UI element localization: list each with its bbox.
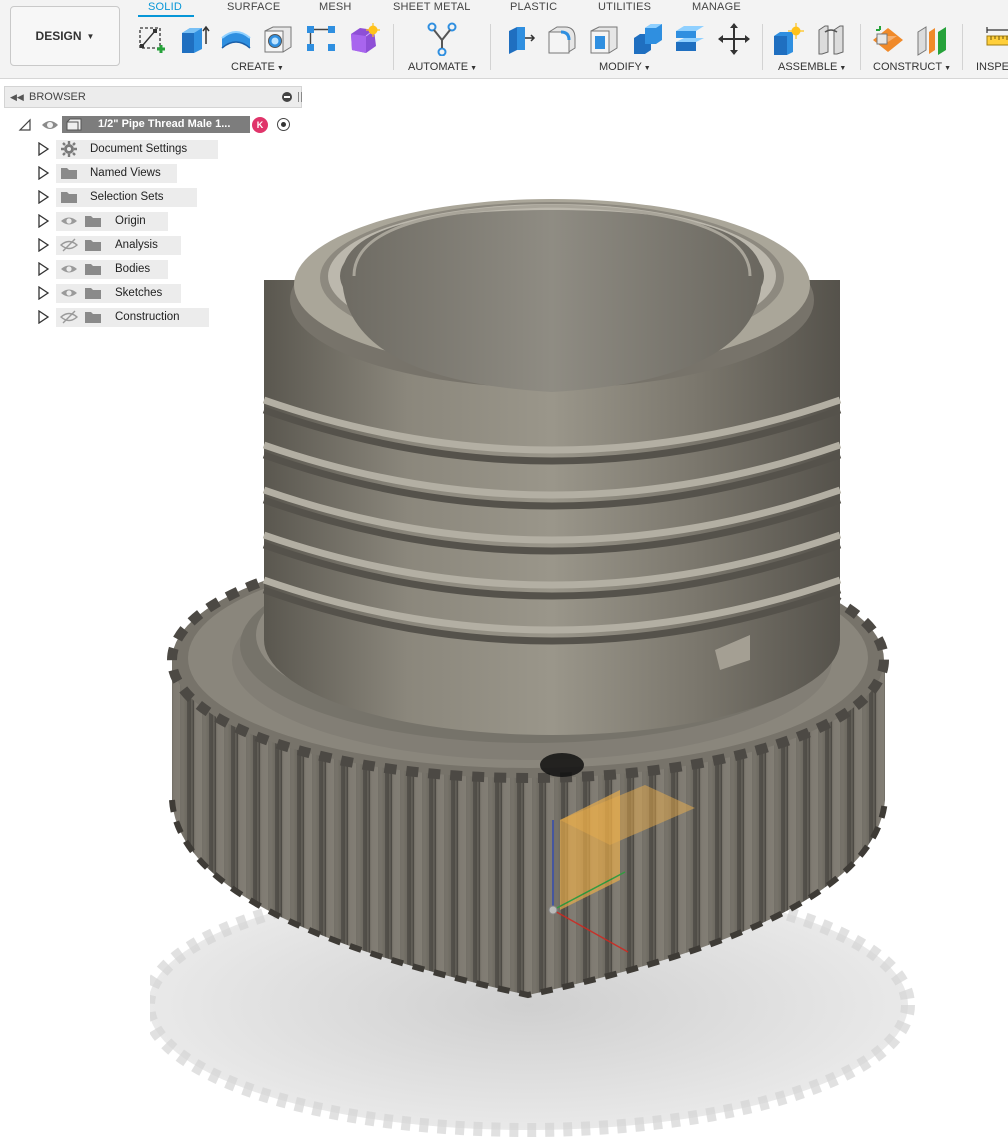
press-pull-icon[interactable] (503, 22, 537, 56)
toolbar-divider (762, 24, 763, 70)
folder-icon (84, 238, 102, 252)
folder-icon (84, 214, 102, 228)
create-form-icon[interactable] (346, 22, 380, 56)
user-badge[interactable]: K (252, 117, 268, 133)
toolbar-divider (962, 24, 963, 70)
eye-hidden-icon[interactable] (59, 310, 79, 324)
construct-group-text: CONSTRUCT (873, 61, 943, 73)
offset-plane-icon[interactable] (871, 22, 905, 56)
tab-mesh[interactable]: MESH (319, 0, 352, 14)
toolbar-divider (860, 24, 861, 70)
eye-icon[interactable] (60, 262, 78, 276)
browser-item-document-settings[interactable]: Document Settings (0, 138, 300, 160)
measure-icon[interactable] (985, 22, 1008, 56)
expand-triangle-icon[interactable] (18, 118, 32, 132)
extrude-icon[interactable] (177, 22, 211, 56)
create-group-text: CREATE (231, 61, 275, 73)
browser-item-origin[interactable]: Origin (0, 210, 300, 232)
folder-icon (60, 166, 78, 180)
folder-icon (84, 262, 102, 276)
construct-group-label[interactable]: CONSTRUCT ▼ (873, 61, 951, 75)
browser-item-construction[interactable]: Construction (0, 306, 300, 328)
eye-icon[interactable] (60, 286, 78, 300)
browser-item-selection-sets[interactable]: Selection Sets (0, 186, 300, 208)
chevron-down-icon: ▼ (86, 31, 95, 41)
tab-manage[interactable]: MANAGE (692, 0, 741, 14)
chevron-down-icon: ▼ (839, 65, 847, 72)
tab-utilities[interactable]: UTILITIES (598, 0, 651, 14)
automate-group-label[interactable]: AUTOMATE ▼ (408, 61, 477, 75)
midplane-icon[interactable] (915, 22, 949, 56)
document-icon (66, 118, 82, 131)
tab-surface[interactable]: SURFACE (227, 0, 280, 14)
combine-icon[interactable] (631, 22, 665, 56)
browser-item-analysis[interactable]: Analysis (0, 234, 300, 256)
expand-arrow-icon[interactable] (36, 141, 50, 157)
inspect-group-label[interactable]: INSPEC (976, 61, 1008, 73)
browser-title: BROWSER (29, 91, 86, 103)
eye-icon[interactable] (60, 214, 78, 228)
offset-face-icon[interactable] (673, 22, 707, 56)
browser-item-sketches[interactable]: Sketches (0, 282, 300, 304)
modify-group-text: MODIFY (599, 61, 642, 73)
minimize-icon[interactable] (282, 92, 292, 102)
expand-arrow-icon[interactable] (36, 189, 50, 205)
automate-icon[interactable] (425, 22, 459, 56)
browser-item-label: Selection Sets (90, 191, 164, 203)
folder-icon (84, 286, 102, 300)
eye-hidden-icon[interactable] (59, 238, 79, 252)
toolbar-divider (490, 24, 491, 70)
assemble-group-label[interactable]: ASSEMBLE ▼ (778, 61, 846, 75)
move-icon[interactable] (717, 22, 751, 56)
browser-item-label: Construction (115, 311, 180, 323)
activate-radio-icon[interactable] (277, 118, 290, 131)
browser-item-label: Document Settings (90, 143, 188, 155)
shell-icon[interactable] (587, 22, 621, 56)
assemble-group-text: ASSEMBLE (778, 61, 838, 73)
browser-item-label: Origin (115, 215, 146, 227)
automate-group-text: AUTOMATE (408, 61, 469, 73)
folder-icon (84, 310, 102, 324)
tab-sheet-metal[interactable]: SHEET METAL (393, 0, 471, 14)
active-tab-indicator (138, 15, 194, 17)
folder-icon (60, 190, 78, 204)
chevron-down-icon: ▼ (276, 65, 284, 72)
expand-arrow-icon[interactable] (36, 285, 50, 301)
expand-arrow-icon[interactable] (36, 237, 50, 253)
create-group-label[interactable]: CREATE ▼ (231, 61, 284, 75)
chevron-down-icon: ▼ (643, 65, 651, 72)
eye-icon[interactable] (40, 117, 60, 133)
browser-item-label: Named Views (90, 167, 161, 179)
browser-item-label: Sketches (115, 287, 163, 299)
tab-solid[interactable]: SOLID (148, 0, 182, 14)
collapse-panel-icon[interactable]: ◀◀ (10, 92, 24, 103)
workspace-label: DESIGN (35, 29, 82, 43)
expand-arrow-icon[interactable] (36, 309, 50, 325)
revolve-icon[interactable] (219, 22, 253, 56)
browser-item-bodies[interactable]: Bodies (0, 258, 300, 280)
browser-panel-header: ◀◀ BROWSER (4, 86, 302, 108)
chevron-down-icon: ▼ (470, 65, 478, 72)
browser-item-named-views[interactable]: Named Views (0, 162, 300, 184)
pattern-icon[interactable] (304, 22, 338, 56)
new-component-icon[interactable] (771, 22, 805, 56)
expand-arrow-icon[interactable] (36, 261, 50, 277)
tab-plastic[interactable]: PLASTIC (510, 0, 557, 14)
chevron-down-icon: ▼ (944, 65, 951, 72)
browser-item-label: Bodies (115, 263, 151, 275)
browser-item-label: Analysis (115, 239, 158, 251)
joint-icon[interactable] (814, 22, 848, 56)
fillet-icon[interactable] (545, 22, 579, 56)
create-sketch-icon[interactable] (135, 22, 169, 56)
expand-arrow-icon[interactable] (36, 213, 50, 229)
expand-arrow-icon[interactable] (36, 165, 50, 181)
toolbar: DESIGN ▼ SOLID SURFACE MESH SHEET METAL P… (0, 0, 1008, 79)
workspace-switcher-button[interactable]: DESIGN ▼ (10, 6, 120, 66)
document-name: 1/2" Pipe Thread Male 1... (98, 118, 231, 130)
panel-grip-icon[interactable] (298, 92, 302, 102)
toolbar-divider (393, 24, 394, 70)
modify-group-label[interactable]: MODIFY ▼ (599, 61, 651, 75)
gear-icon (60, 140, 78, 157)
hole-icon[interactable] (261, 22, 295, 56)
